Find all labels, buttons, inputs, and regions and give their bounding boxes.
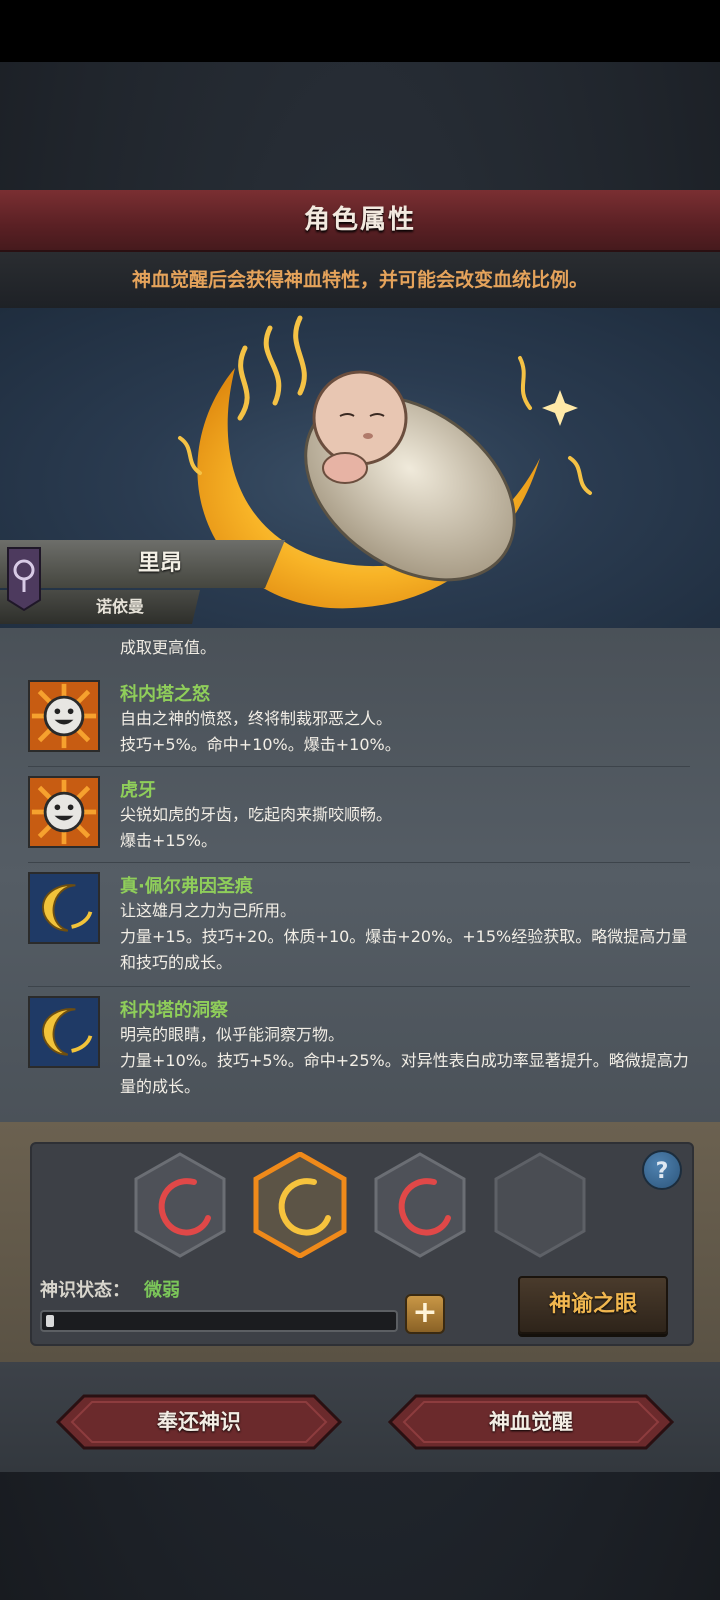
trait-description: 尖锐如虎的牙齿，吃起肉来撕咬顺畅。 [120,805,393,824]
trait-name: 真·佩尔弗因圣痕 [120,876,253,897]
trait-effects: 力量+15。技巧+20。体质+10。爆击+20%。+15%经验获取。略微提高力量… [120,927,688,972]
divine-blood-awaken-label: 神血觉醒 [489,1410,573,1434]
page-title: 角色属性 [303,205,416,235]
divine-blood-awaken-button[interactable]: 神血觉醒 [388,1394,674,1450]
return-awareness-label: 奉还神识 [157,1410,241,1434]
trait-divider [28,766,690,767]
faction-crest-icon [7,547,41,612]
character-name: 里昂 [137,551,182,576]
help-button[interactable]: ? [642,1150,682,1190]
trait-divider [28,862,690,863]
sun-face-icon [28,776,100,848]
return-awareness-button[interactable]: 奉还神识 [56,1394,342,1450]
trait-description: 让这雄月之力为己所用。 [120,901,297,920]
status-bar-area [0,0,720,62]
blood-slot-1[interactable] [132,1152,228,1258]
trait-effects: 爆击+15%。 [120,831,217,850]
crescent-moon-icon [28,996,100,1068]
sun-face-icon [28,680,100,752]
character-region: 诺依曼 [95,597,144,616]
trait-description: 自由之神的愤怒，终将制裁邪恶之人。 [120,709,393,728]
awareness-progress-fill [46,1315,54,1327]
trait-name: 科内塔的洞察 [120,1000,228,1021]
trait-partial-text: 成取更高值。 [120,638,217,657]
trait-effects: 技巧+5%。命中+10%。爆击+10%。 [120,735,401,754]
blood-slot-4-empty[interactable] [492,1152,588,1258]
add-awareness-button[interactable]: + [405,1294,445,1334]
awareness-status-value: 微弱 [144,1280,180,1301]
trait-name: 虎牙 [120,780,156,801]
awareness-status-label: 神识状态： [40,1280,130,1301]
blood-slot-2-selected[interactable] [252,1152,348,1258]
awareness-progress-bar [40,1310,398,1332]
crescent-moon-icon [28,872,100,944]
trait-description: 明亮的眼睛，似乎能洞察万物。 [120,1025,345,1044]
oracle-eye-button[interactable]: 神谕之眼 [518,1276,668,1334]
page-subtitle: 神血觉醒后会获得神血特性，并可能会改变血统比例。 [131,269,588,291]
trait-name: 科内塔之怒 [120,684,210,705]
blood-slot-3[interactable] [372,1152,468,1258]
trait-divider [28,986,690,987]
traits-list[interactable]: 成取更高值。 科内塔之怒 自由之神的愤怒，终将制裁邪恶之人。 技巧+5%。命中+… [0,628,720,1122]
trait-effects: 力量+10%。技巧+5%。命中+25%。对异性表白成功率显著提升。略微提高力量的… [120,1051,689,1096]
